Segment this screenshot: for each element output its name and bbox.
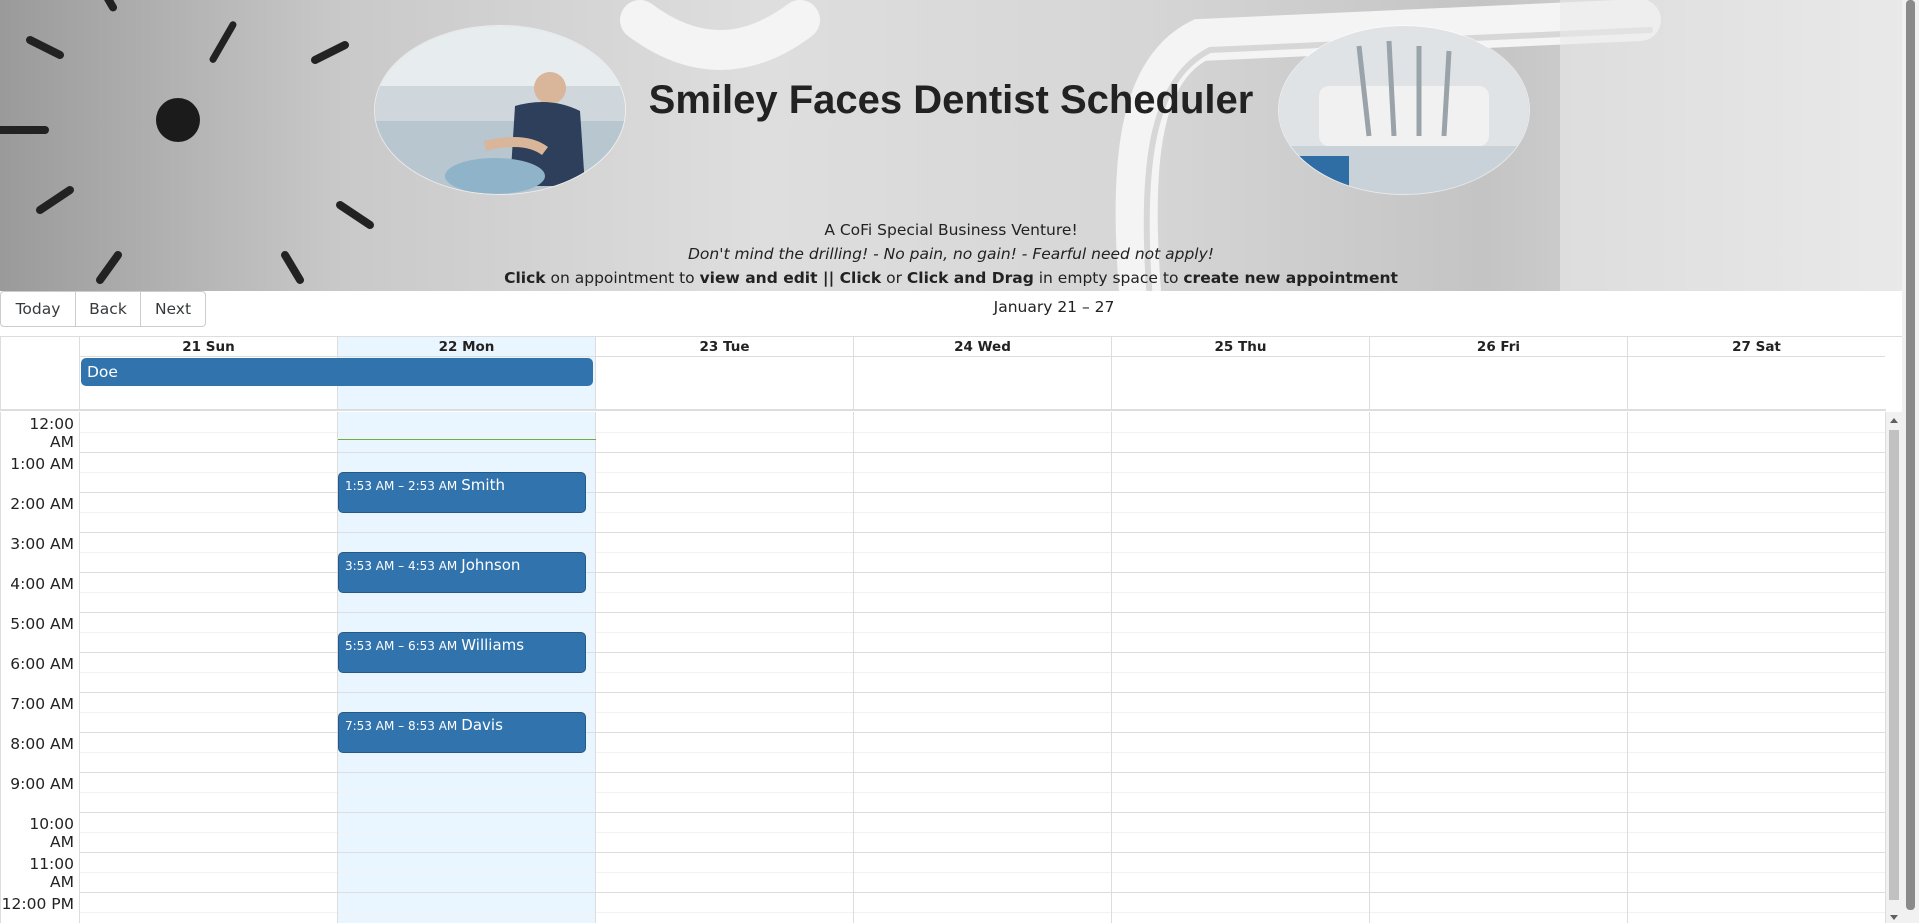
time-slot-label: 12:00 AM [29,415,74,451]
tagline-venture: A CoFi Special Business Venture! [824,221,1078,239]
day-column-divider [1369,412,1370,923]
instr-text: in empty space to [1033,269,1184,287]
instr-click: Click [839,269,882,287]
day-header[interactable]: 22 Mon [337,337,595,357]
today-button[interactable]: Today [0,291,76,327]
instr-text: on appointment to [545,269,700,287]
hour-gridline [80,692,1887,693]
week-calendar: 21 Sun 22 Mon 23 Tue 24 Wed 25 Thu 26 Fri 27 S… [0,336,1902,923]
day-header[interactable]: 25 Thu [1111,337,1369,357]
time-slot-label: 7:00 AM [10,695,74,713]
scrollbar-thumb[interactable] [1889,430,1899,900]
day-header[interactable]: 23 Tue [595,337,853,357]
tagline-slogan: Don't mind the drilling! - No pain, no g… [688,245,1214,263]
time-slot-label: 2:00 AM [10,495,74,513]
scroll-up-icon[interactable] [1890,418,1898,423]
hour-gridline [80,612,1887,613]
day-column-divider [595,412,596,923]
appointment-patient-name: Williams [461,636,525,655]
page-title: Smiley Faces Dentist Scheduler [648,78,1254,122]
hour-gridline [80,772,1887,773]
appointment-time: 3:53 AM – 4:53 AM [345,559,458,574]
hour-gridline [80,812,1887,813]
appointment-event[interactable]: 7:53 AM – 8:53 AM Davis [338,712,586,754]
appointment-event[interactable]: 3:53 AM – 4:53 AM Johnson [338,552,586,594]
usage-instructions: Click on appointment to view and edit ||… [0,269,1902,287]
appointment-time: 5:53 AM – 6:53 AM [345,639,458,654]
time-slot-label: 5:00 AM [10,615,74,633]
time-grid-content: 12:00 AM 1:00 AM 2:00 AM 3:00 AM 4:00 AM 5:00… [0,412,1887,923]
day-header[interactable]: 24 Wed [853,337,1111,357]
page-scrollbar-thumb[interactable] [1906,0,1915,910]
back-button[interactable]: Back [75,291,141,327]
all-day-event[interactable]: Doe [81,358,593,386]
day-column-divider [1111,412,1112,923]
all-day-cell[interactable] [1369,357,1627,409]
instr-create: create new appointment [1183,269,1398,287]
time-slot-label: 3:00 AM [10,535,74,553]
appointment-patient-name: Smith [461,476,505,495]
time-slot-label: 6:00 AM [10,655,74,673]
next-button[interactable]: Next [140,291,206,327]
day-column-divider [1627,412,1628,923]
appointment-patient-name: Johnson [461,556,521,575]
half-hour-gridline [80,872,1887,873]
instr-view-edit: view and edit [699,269,818,287]
day-header[interactable]: 21 Sun [79,337,337,357]
day-column-divider [853,412,854,923]
time-grid-scrollbar[interactable] [1886,412,1902,923]
time-slot-label: 11:00 AM [29,855,74,891]
hour-gridline [80,852,1887,853]
time-slot-label: 10:00 AM [29,815,74,851]
appointment-time: 7:53 AM – 8:53 AM [345,719,458,734]
hour-gridline [80,892,1887,893]
half-hour-gridline [80,792,1887,793]
time-slot-label: 12:00 PM [1,895,74,913]
appointment-event[interactable]: 1:53 AM – 2:53 AM Smith [338,472,586,514]
page-scrollbar[interactable] [1902,0,1919,923]
half-hour-gridline [80,432,1887,433]
header-banner: Smiley Faces Dentist Scheduler A CoFi Sp… [0,0,1902,291]
day-header[interactable]: 27 Sat [1627,337,1885,357]
instr-click-drag: Click and Drag [906,269,1034,287]
time-gutter-divider [79,412,80,923]
appointment-time: 1:53 AM – 2:53 AM [345,479,458,494]
scroll-down-icon[interactable] [1890,915,1898,920]
all-day-cell[interactable] [853,357,1111,409]
instr-separator: || [817,269,840,287]
current-time-indicator [338,439,596,440]
time-slot-label: 1:00 AM [10,455,74,473]
calendar-header: 21 Sun 22 Mon 23 Tue 24 Wed 25 Thu 26 Fri 27 S… [0,337,1886,411]
half-hour-gridline [80,832,1887,833]
time-slot-label: 9:00 AM [10,775,74,793]
day-header[interactable]: 26 Fri [1369,337,1627,357]
hour-gridline [80,452,1887,453]
instr-click: Click [504,269,546,287]
date-range-label: January 21 – 27 [993,298,1115,316]
time-grid: 12:00 AM 1:00 AM 2:00 AM 3:00 AM 4:00 AM 5:00… [0,412,1902,923]
time-slot-label: 8:00 AM [10,735,74,753]
all-day-cell[interactable] [1627,357,1885,409]
appointment-event[interactable]: 5:53 AM – 6:53 AM Williams [338,632,586,674]
time-slot-label: 4:00 AM [10,575,74,593]
all-day-cell[interactable] [595,357,853,409]
hour-gridline [80,532,1887,533]
appointment-patient-name: Davis [461,716,503,735]
instr-text: or [881,269,907,287]
half-hour-gridline [80,912,1887,913]
all-day-cell[interactable] [1111,357,1369,409]
